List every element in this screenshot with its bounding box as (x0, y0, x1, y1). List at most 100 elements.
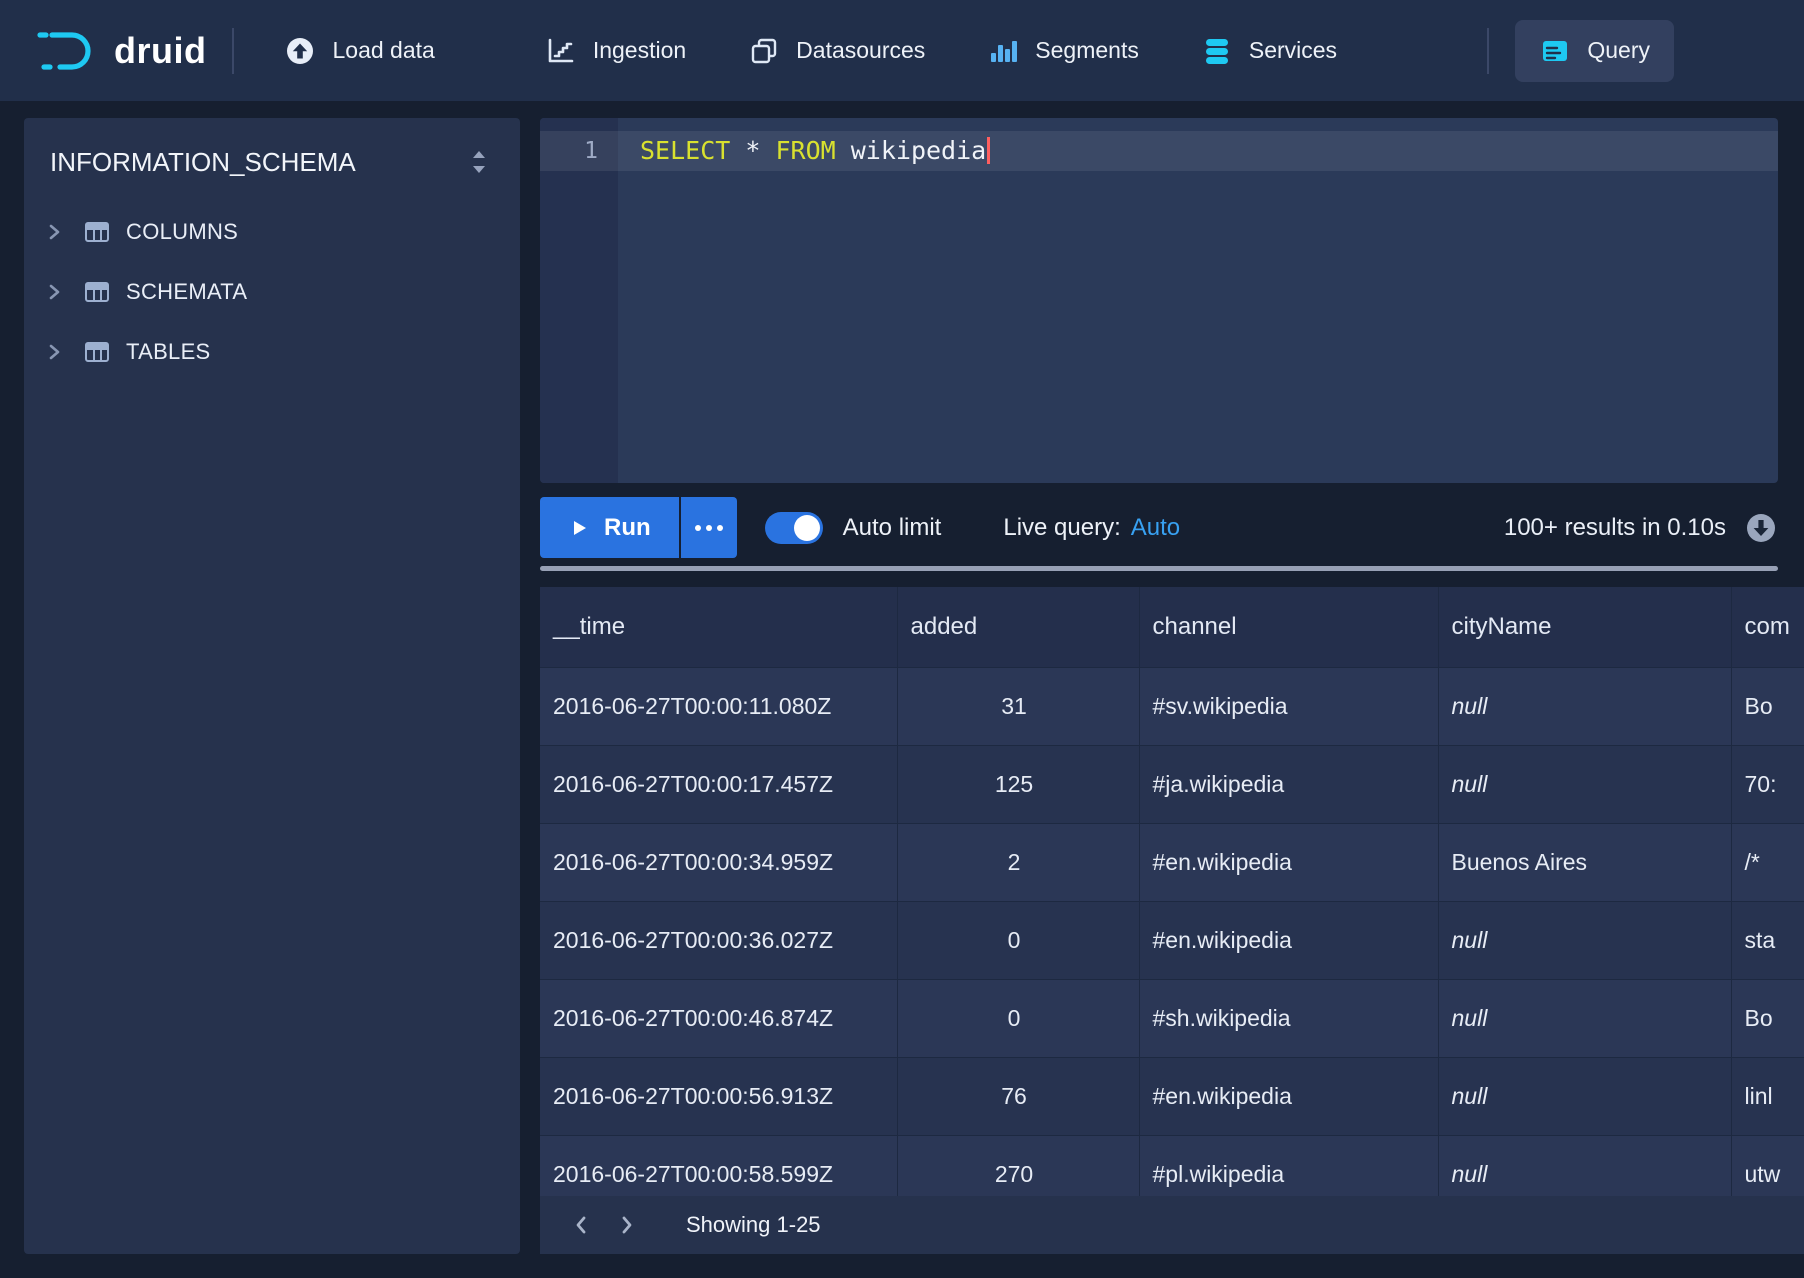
table-row: 2016-06-27T00:00:11.080Z31#sv.wikipedian… (540, 667, 1804, 745)
table-cell[interactable]: Bo (1731, 667, 1804, 745)
run-button[interactable]: Run (540, 497, 679, 558)
results-table: __timeaddedchannelcityNamecom 2016-06-27… (540, 587, 1804, 1196)
sql-text: * (730, 136, 775, 165)
nav-item-label: Services (1249, 37, 1337, 64)
table-row: 2016-06-27T00:00:58.599Z270#pl.wikipedia… (540, 1135, 1804, 1196)
chevron-right-icon[interactable] (46, 341, 68, 363)
table-grid-icon (83, 279, 111, 305)
column-header-channel[interactable]: channel (1139, 587, 1438, 667)
table-cell[interactable]: 125 (897, 745, 1139, 823)
datasources-layers-icon (748, 35, 780, 67)
table-cell[interactable]: 2016-06-27T00:00:56.913Z (540, 1057, 897, 1135)
chevron-right-icon[interactable] (46, 221, 68, 243)
schema-tree-item-label: COLUMNS (126, 219, 238, 245)
double-caret-vertical-icon[interactable] (466, 144, 492, 180)
table-cell[interactable]: sta (1731, 901, 1804, 979)
editor-gutter (540, 118, 618, 483)
services-database-icon (1201, 35, 1233, 67)
nav-datasources[interactable]: Datasources (724, 20, 949, 82)
segments-bars-icon (987, 35, 1019, 67)
table-cell[interactable]: 0 (897, 901, 1139, 979)
schema-tree-item[interactable]: TABLES (24, 322, 520, 382)
results-table-container: __timeaddedchannelcityNamecom 2016-06-27… (540, 587, 1804, 1196)
table-cell[interactable]: 31 (897, 667, 1139, 745)
auto-limit-label[interactable]: Auto limit (843, 514, 942, 542)
sql-text: wikipedia (836, 136, 987, 165)
table-cell[interactable]: 70: (1731, 745, 1804, 823)
column-header--time[interactable]: __time (540, 587, 897, 667)
table-cell[interactable]: 2016-06-27T00:00:11.080Z (540, 667, 897, 745)
live-query-value[interactable]: Auto (1131, 514, 1180, 542)
navbar-items: Load data Ingestion Datasources (260, 20, 1361, 82)
table-row: 2016-06-27T00:00:36.027Z0#en.wikipedianu… (540, 901, 1804, 979)
table-grid-icon (83, 339, 111, 365)
nav-query[interactable]: Query (1515, 20, 1674, 82)
column-header-com[interactable]: com (1731, 587, 1804, 667)
results-header-row: __timeaddedchannelcityNamecom (540, 587, 1804, 667)
table-cell[interactable]: null (1438, 979, 1731, 1057)
table-cell[interactable]: 2016-06-27T00:00:58.599Z (540, 1135, 897, 1196)
nav-item-label: Query (1587, 37, 1650, 64)
chevron-right-icon[interactable] (46, 281, 68, 303)
column-header-added[interactable]: added (897, 587, 1139, 667)
table-cell[interactable]: 2016-06-27T00:00:36.027Z (540, 901, 897, 979)
showing-range-text: Showing 1-25 (686, 1212, 821, 1238)
nav-item-label: Load data (332, 37, 434, 64)
nav-load-data[interactable]: Load data (260, 20, 458, 82)
results-count-text: 100+ results in 0.10s (1504, 514, 1726, 542)
nav-segments[interactable]: Segments (963, 20, 1163, 82)
top-navbar: druid Load data Ingestion (0, 0, 1804, 101)
table-row: 2016-06-27T00:00:56.913Z76#en.wikipedian… (540, 1057, 1804, 1135)
text-cursor (987, 137, 990, 164)
table-cell[interactable]: linl (1731, 1057, 1804, 1135)
nav-item-label: Ingestion (593, 37, 686, 64)
table-cell[interactable]: null (1438, 1135, 1731, 1196)
nav-ingestion[interactable]: Ingestion (521, 20, 710, 82)
schema-tree-item-label: TABLES (126, 339, 211, 365)
table-cell[interactable]: #en.wikipedia (1139, 823, 1438, 901)
upload-circle-icon (284, 35, 316, 67)
sql-editor[interactable]: 1 SELECT * FROM wikipedia (540, 118, 1778, 483)
table-cell[interactable]: #en.wikipedia (1139, 901, 1438, 979)
table-cell[interactable]: null (1438, 1057, 1731, 1135)
table-cell[interactable]: 2 (897, 823, 1139, 901)
table-cell[interactable]: #en.wikipedia (1139, 1057, 1438, 1135)
previous-page-button[interactable] (558, 1202, 604, 1248)
column-header-cityname[interactable]: cityName (1438, 587, 1731, 667)
navbar-divider (232, 28, 234, 74)
table-cell[interactable]: #sh.wikipedia (1139, 979, 1438, 1057)
table-row: 2016-06-27T00:00:34.959Z2#en.wikipediaBu… (540, 823, 1804, 901)
download-results-icon[interactable] (1744, 511, 1778, 545)
table-cell[interactable]: null (1438, 667, 1731, 745)
table-cell[interactable]: /* (1731, 823, 1804, 901)
schema-tree-item[interactable]: SCHEMATA (24, 262, 520, 322)
druid-logo[interactable]: druid (36, 29, 206, 73)
table-cell[interactable]: utw (1731, 1135, 1804, 1196)
schema-title: INFORMATION_SCHEMA (50, 147, 356, 178)
table-cell[interactable]: 0 (897, 979, 1139, 1057)
table-cell[interactable]: 2016-06-27T00:00:34.959Z (540, 823, 897, 901)
next-page-button[interactable] (604, 1202, 650, 1248)
table-grid-icon (83, 219, 111, 245)
schema-tree-item[interactable]: COLUMNS (24, 202, 520, 262)
schema-sidebar: INFORMATION_SCHEMA COLUMNS (24, 118, 520, 1254)
nav-item-label: Datasources (796, 37, 925, 64)
nav-services[interactable]: Services (1177, 20, 1361, 82)
table-cell[interactable]: 270 (897, 1135, 1139, 1196)
schema-tree-item-label: SCHEMATA (126, 279, 247, 305)
table-cell[interactable]: 76 (897, 1057, 1139, 1135)
table-cell[interactable]: null (1438, 901, 1731, 979)
table-cell[interactable]: Buenos Aires (1438, 823, 1731, 901)
table-cell[interactable]: #ja.wikipedia (1139, 745, 1438, 823)
table-cell[interactable]: 2016-06-27T00:00:17.457Z (540, 745, 897, 823)
table-cell[interactable]: #sv.wikipedia (1139, 667, 1438, 745)
query-view: 1 SELECT * FROM wikipedia Run Auto limit… (540, 118, 1804, 1254)
table-cell[interactable]: #pl.wikipedia (1139, 1135, 1438, 1196)
table-cell[interactable]: Bo (1731, 979, 1804, 1057)
run-more-options-button[interactable] (681, 497, 737, 558)
auto-limit-toggle[interactable] (765, 512, 823, 544)
druid-logo-icon (36, 29, 98, 73)
query-progress-bar (540, 566, 1778, 571)
table-cell[interactable]: 2016-06-27T00:00:46.874Z (540, 979, 897, 1057)
table-cell[interactable]: null (1438, 745, 1731, 823)
